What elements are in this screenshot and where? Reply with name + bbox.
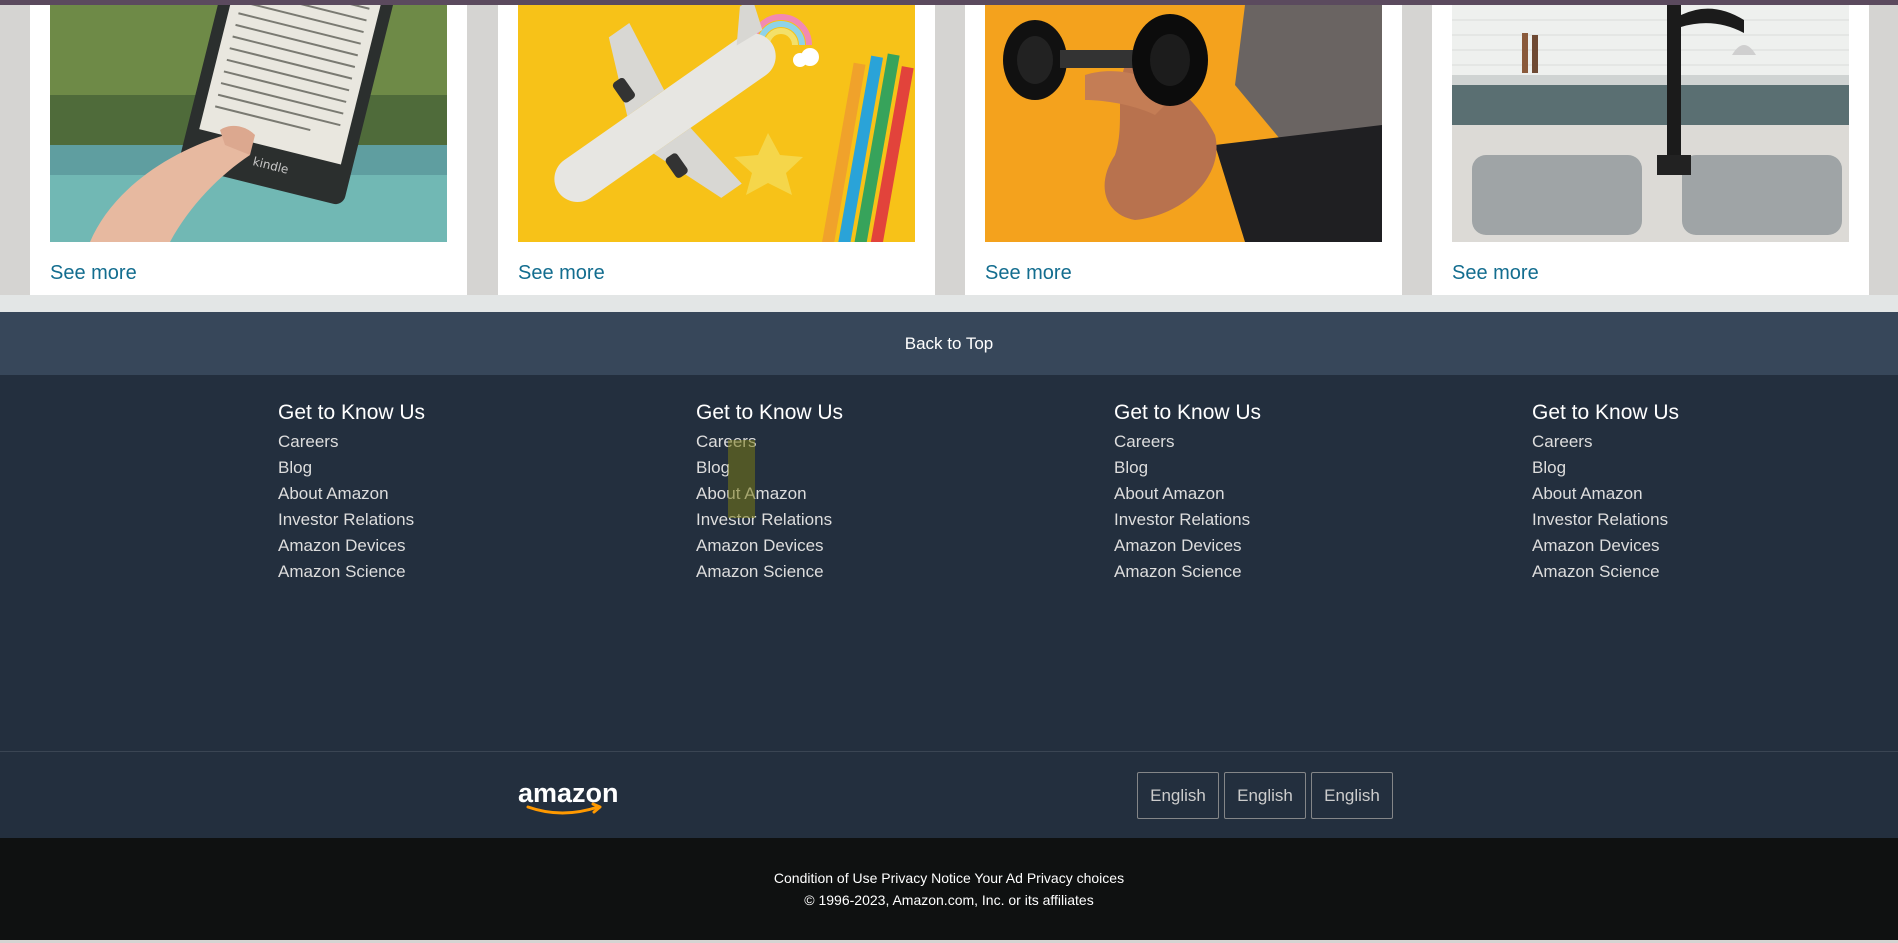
- footer-link-careers[interactable]: Careers: [278, 429, 578, 455]
- product-card: See more: [1432, 5, 1869, 295]
- footer-link-blog[interactable]: Blog: [278, 455, 578, 481]
- see-more-link[interactable]: See more: [518, 262, 605, 285]
- product-cards-row: kindle See more See more See more See mo…: [0, 5, 1898, 295]
- footer-link-amazon-science[interactable]: Amazon Science: [696, 559, 996, 585]
- footer-link-amazon-science[interactable]: Amazon Science: [1114, 559, 1414, 585]
- ad-privacy-link[interactable]: Your Ad Privacy choices: [974, 870, 1124, 886]
- footer-link-investor-relations[interactable]: Investor Relations: [1532, 507, 1832, 533]
- footer-link-about-amazon[interactable]: About Amazon: [1114, 481, 1414, 507]
- footer-link-about-amazon[interactable]: About Amazon: [278, 481, 578, 507]
- footer-column: Get to Know Us Careers Blog About Amazon…: [696, 401, 996, 585]
- footer-link-blog[interactable]: Blog: [696, 455, 996, 481]
- see-more-link[interactable]: See more: [50, 262, 137, 285]
- footer-link-investor-relations[interactable]: Investor Relations: [1114, 507, 1414, 533]
- footer-legal: Condition of Use Privacy Notice Your Ad …: [0, 838, 1898, 940]
- footer-link-amazon-devices[interactable]: Amazon Devices: [1532, 533, 1832, 559]
- footer-link-blog[interactable]: Blog: [1114, 455, 1414, 481]
- amazon-logo[interactable]: amazon: [518, 778, 620, 815]
- footer-link-careers[interactable]: Careers: [696, 429, 996, 455]
- footer-link-amazon-devices[interactable]: Amazon Devices: [696, 533, 996, 559]
- footer-link-amazon-devices[interactable]: Amazon Devices: [1114, 533, 1414, 559]
- dumbbell-workout-photo[interactable]: [985, 5, 1382, 242]
- back-to-top-button[interactable]: Back to Top: [0, 312, 1898, 375]
- footer-logo-language-bar: amazon English English English: [0, 752, 1898, 838]
- amazon-logo-text: amazon: [518, 779, 619, 808]
- footer-column-heading: Get to Know Us: [1114, 401, 1262, 424]
- language-button[interactable]: English: [1224, 772, 1306, 819]
- privacy-notice-link[interactable]: Privacy Notice: [881, 870, 970, 886]
- kitchen-sink-faucet-photo[interactable]: [1452, 5, 1849, 242]
- footer-column-heading: Get to Know Us: [1532, 401, 1680, 424]
- footer-link-careers[interactable]: Careers: [1532, 429, 1832, 455]
- footer-column-heading: Get to Know Us: [696, 401, 844, 424]
- footer-link-amazon-devices[interactable]: Amazon Devices: [278, 533, 578, 559]
- footer-column: Get to Know Us Careers Blog About Amazon…: [1532, 401, 1832, 585]
- footer-link-about-amazon[interactable]: About Amazon: [696, 481, 996, 507]
- see-more-link[interactable]: See more: [1452, 262, 1539, 285]
- footer-column-heading: Get to Know Us: [278, 401, 426, 424]
- product-card: kindle See more: [30, 5, 467, 295]
- legal-links: Condition of Use Privacy Notice Your Ad …: [0, 870, 1898, 886]
- language-button[interactable]: English: [1137, 772, 1219, 819]
- footer-link-investor-relations[interactable]: Investor Relations: [278, 507, 578, 533]
- footer-link-blog[interactable]: Blog: [1532, 455, 1832, 481]
- toy-airplane-pencils-photo[interactable]: [518, 5, 915, 242]
- kindle-reader-photo[interactable]: kindle: [50, 5, 447, 242]
- copyright-text: © 1996-2023, Amazon.com, Inc. or its aff…: [804, 892, 1094, 908]
- product-card: See more: [965, 5, 1402, 295]
- see-more-link[interactable]: See more: [985, 262, 1072, 285]
- condition-of-use-link[interactable]: Condition of Use: [774, 870, 878, 886]
- footer-link-amazon-science[interactable]: Amazon Science: [278, 559, 578, 585]
- language-button[interactable]: English: [1311, 772, 1393, 819]
- footer-column: Get to Know Us Careers Blog About Amazon…: [1114, 401, 1414, 585]
- footer-link-careers[interactable]: Careers: [1114, 429, 1414, 455]
- footer-column: Get to Know Us Careers Blog About Amazon…: [278, 401, 578, 585]
- footer-link-investor-relations[interactable]: Investor Relations: [696, 507, 996, 533]
- footer-link-amazon-science[interactable]: Amazon Science: [1532, 559, 1832, 585]
- footer-links-section: Get to Know Us Careers Blog About Amazon…: [0, 375, 1898, 751]
- product-card: See more: [498, 5, 935, 295]
- footer-link-about-amazon[interactable]: About Amazon: [1532, 481, 1832, 507]
